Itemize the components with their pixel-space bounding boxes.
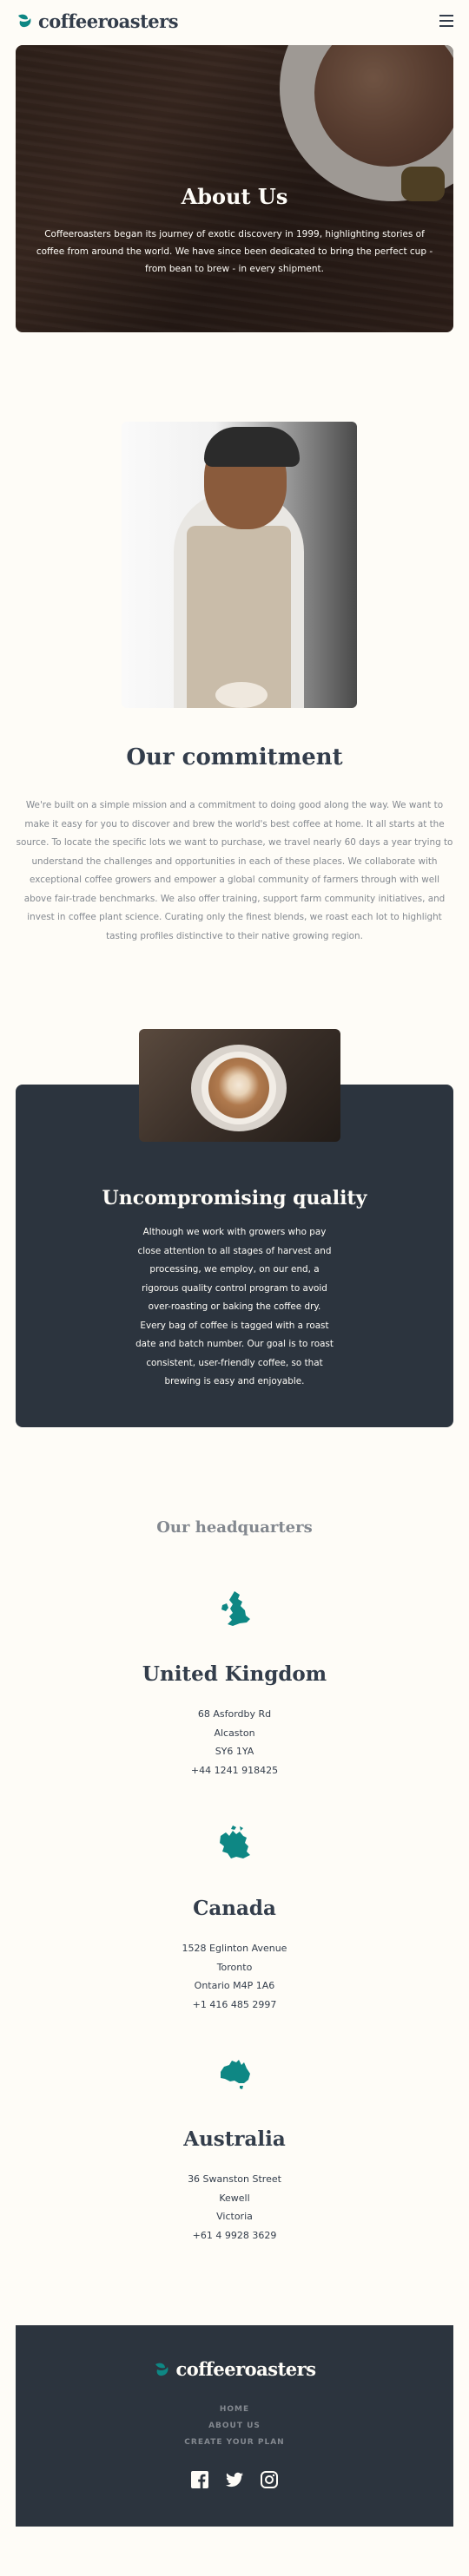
footer-logo-text: coffeeroasters [175,2358,316,2380]
facebook-icon[interactable] [191,2471,208,2488]
hq-country: Canada [193,1897,276,1920]
commitment-text: We're built on a simple mission and a co… [16,800,453,941]
hq-address-line: SY6 1YA [215,1746,254,1757]
latte-photo [139,1029,340,1142]
logo-text: coffeeroasters [38,10,179,32]
barista-photo [122,422,357,708]
twitter-icon[interactable] [226,2471,243,2488]
hq-phone: +44 1241 918425 [190,1764,279,1776]
site-footer: coffeeroasters HOME ABOUT US CREATE YOUR… [16,2325,453,2527]
about-page: coffeeroasters About Us Coffeeroasters b… [0,0,469,2576]
logo[interactable]: coffeeroasters [16,10,179,32]
commitment-title: Our commitment [126,744,343,770]
footer-link-about-us[interactable]: ABOUT US [16,2418,453,2435]
hq-phone: +1 416 485 2997 [192,1998,277,2010]
hero-title: About Us [181,184,288,209]
hq-country: Australia [183,2127,286,2151]
hq-canada: Canada 1528 Eglinton Avenue Toronto Onta… [0,1824,469,2014]
footer-link-home[interactable]: HOME [16,2402,453,2418]
hq-united-kingdom: United Kingdom 68 Asfordby Rd Alcaston S… [0,1590,469,1780]
coffee-bean-logo-icon [18,14,31,28]
australia-map-icon [221,2060,250,2089]
instagram-icon[interactable] [261,2471,278,2488]
hq-address-line: 68 Asfordby Rd [197,1708,272,1720]
hq-address-line: Victoria [216,2211,253,2222]
hq-country: United Kingdom [142,1662,327,1686]
footer-logo[interactable]: coffeeroasters [16,2358,453,2380]
hq-address-line: Toronto [216,1961,253,1973]
quality-title: Uncompromising quality [102,1187,367,1209]
hq-australia: Australia 36 Swanston Street Kewell Vict… [0,2055,469,2245]
hq-address-line: Kewell [219,2192,250,2204]
hq-address-line: 36 Swanston Street [188,2173,281,2185]
hamburger-icon[interactable] [439,15,453,27]
headquarters-title: Our headquarters [156,1518,313,1537]
coffee-bean-logo-icon [155,2363,168,2376]
hq-address-line: Alcaston [214,1727,255,1739]
hero-banner: About Us Coffeeroasters began its journe… [16,45,453,332]
hero-text: Coffeeroasters began its journey of exot… [36,229,433,274]
hq-phone: +61 4 9928 3629 [192,2229,277,2241]
social-links [16,2471,453,2488]
uk-map-icon [221,1591,250,1626]
canada-map-icon [220,1825,250,1858]
quality-text: Although we work with growers who pay cl… [135,1227,334,1386]
site-header: coffeeroasters [16,9,453,33]
hq-address-line: 1528 Eglinton Avenue [182,1943,287,1954]
footer-link-create-your-plan[interactable]: CREATE YOUR PLAN [16,2435,453,2451]
footer-nav: HOME ABOUT US CREATE YOUR PLAN [16,2402,453,2451]
hq-address-line: Ontario M4P 1A6 [194,1980,275,1991]
